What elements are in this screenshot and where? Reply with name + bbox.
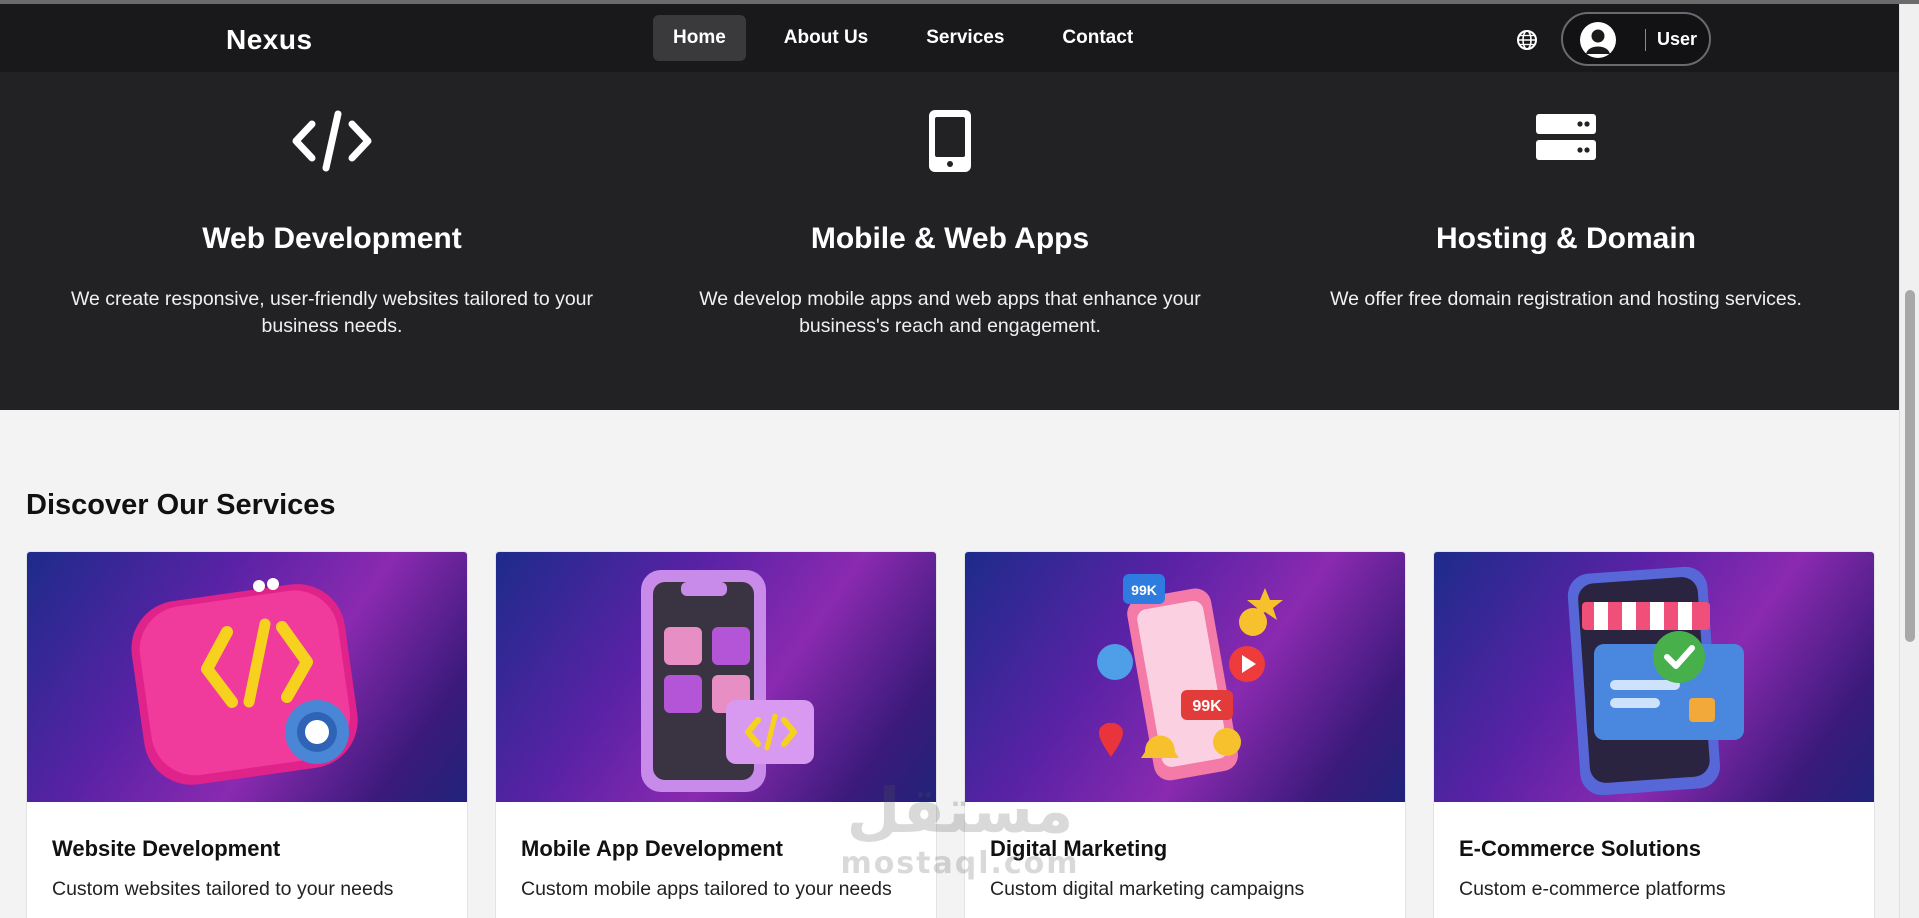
svg-text:99K: 99K bbox=[1131, 582, 1157, 598]
feature-description: We offer free domain registration and ho… bbox=[1330, 288, 1802, 310]
nav-links: Home About Us Services Contact bbox=[653, 15, 1171, 61]
svg-text:99K: 99K bbox=[1192, 698, 1222, 715]
navbar: Nexus Home About Us Services Contact Use… bbox=[0, 4, 1899, 72]
card-title: Website Development bbox=[52, 836, 281, 861]
service-card-e-commerce-solutions[interactable]: E-Commerce Solutions Custom e-commerce p… bbox=[1433, 551, 1875, 918]
card-description: Custom digital marketing campaigns bbox=[990, 878, 1305, 900]
user-avatar-icon bbox=[1580, 22, 1616, 58]
logo[interactable]: Nexus bbox=[226, 24, 313, 56]
card-title: Mobile App Development bbox=[521, 836, 783, 861]
feature-description: We create responsive, user-friendly webs… bbox=[70, 288, 594, 337]
globe-icon[interactable] bbox=[1515, 28, 1539, 52]
nav-link-contact[interactable]: Contact bbox=[1042, 15, 1153, 61]
feature-description: We develop mobile apps and web apps that… bbox=[699, 288, 1201, 337]
user-menu-button[interactable]: User bbox=[1561, 12, 1711, 66]
card-description: Custom e-commerce platforms bbox=[1459, 878, 1726, 900]
discover-title: Discover Our Services bbox=[26, 489, 336, 521]
mobile-phone-icon bbox=[927, 108, 973, 179]
social-media-illustration: 99K 99K bbox=[965, 552, 1405, 802]
service-card-website-development[interactable]: Website Development Custom websites tail… bbox=[26, 551, 468, 918]
server-icon bbox=[1534, 108, 1598, 173]
service-card-digital-marketing[interactable]: 99K 99K Digital Marketing Custom digital… bbox=[964, 551, 1406, 918]
nav-link-services[interactable]: Services bbox=[906, 15, 1024, 61]
feature-title: Hosting & Domain bbox=[1436, 222, 1696, 255]
user-label: User bbox=[1657, 29, 1698, 49]
service-card-mobile-app-development[interactable]: Mobile App Development Custom mobile app… bbox=[495, 551, 937, 918]
page: Nexus Home About Us Services Contact Use… bbox=[0, 0, 1899, 918]
user-divider bbox=[1645, 29, 1646, 51]
feature-title: Mobile & Web Apps bbox=[810, 222, 1090, 255]
card-title: Digital Marketing bbox=[990, 836, 1168, 861]
features-section: Web Development We create responsive, us… bbox=[0, 72, 1899, 410]
card-description: Custom mobile apps tailored to your need… bbox=[521, 878, 892, 900]
card-description: Custom websites tailored to your needs bbox=[52, 878, 394, 900]
card-title: E-Commerce Solutions bbox=[1459, 836, 1702, 861]
code-window-illustration bbox=[27, 552, 467, 802]
online-shop-illustration bbox=[1434, 552, 1874, 802]
feature-title: Web Development bbox=[202, 222, 462, 255]
nav-link-home[interactable]: Home bbox=[653, 15, 746, 61]
scrollbar-thumb[interactable] bbox=[1905, 290, 1915, 642]
vertical-scrollbar[interactable] bbox=[1899, 4, 1919, 918]
phone-app-illustration bbox=[496, 552, 936, 802]
code-icon bbox=[292, 108, 372, 179]
nav-link-about-us[interactable]: About Us bbox=[764, 15, 888, 61]
